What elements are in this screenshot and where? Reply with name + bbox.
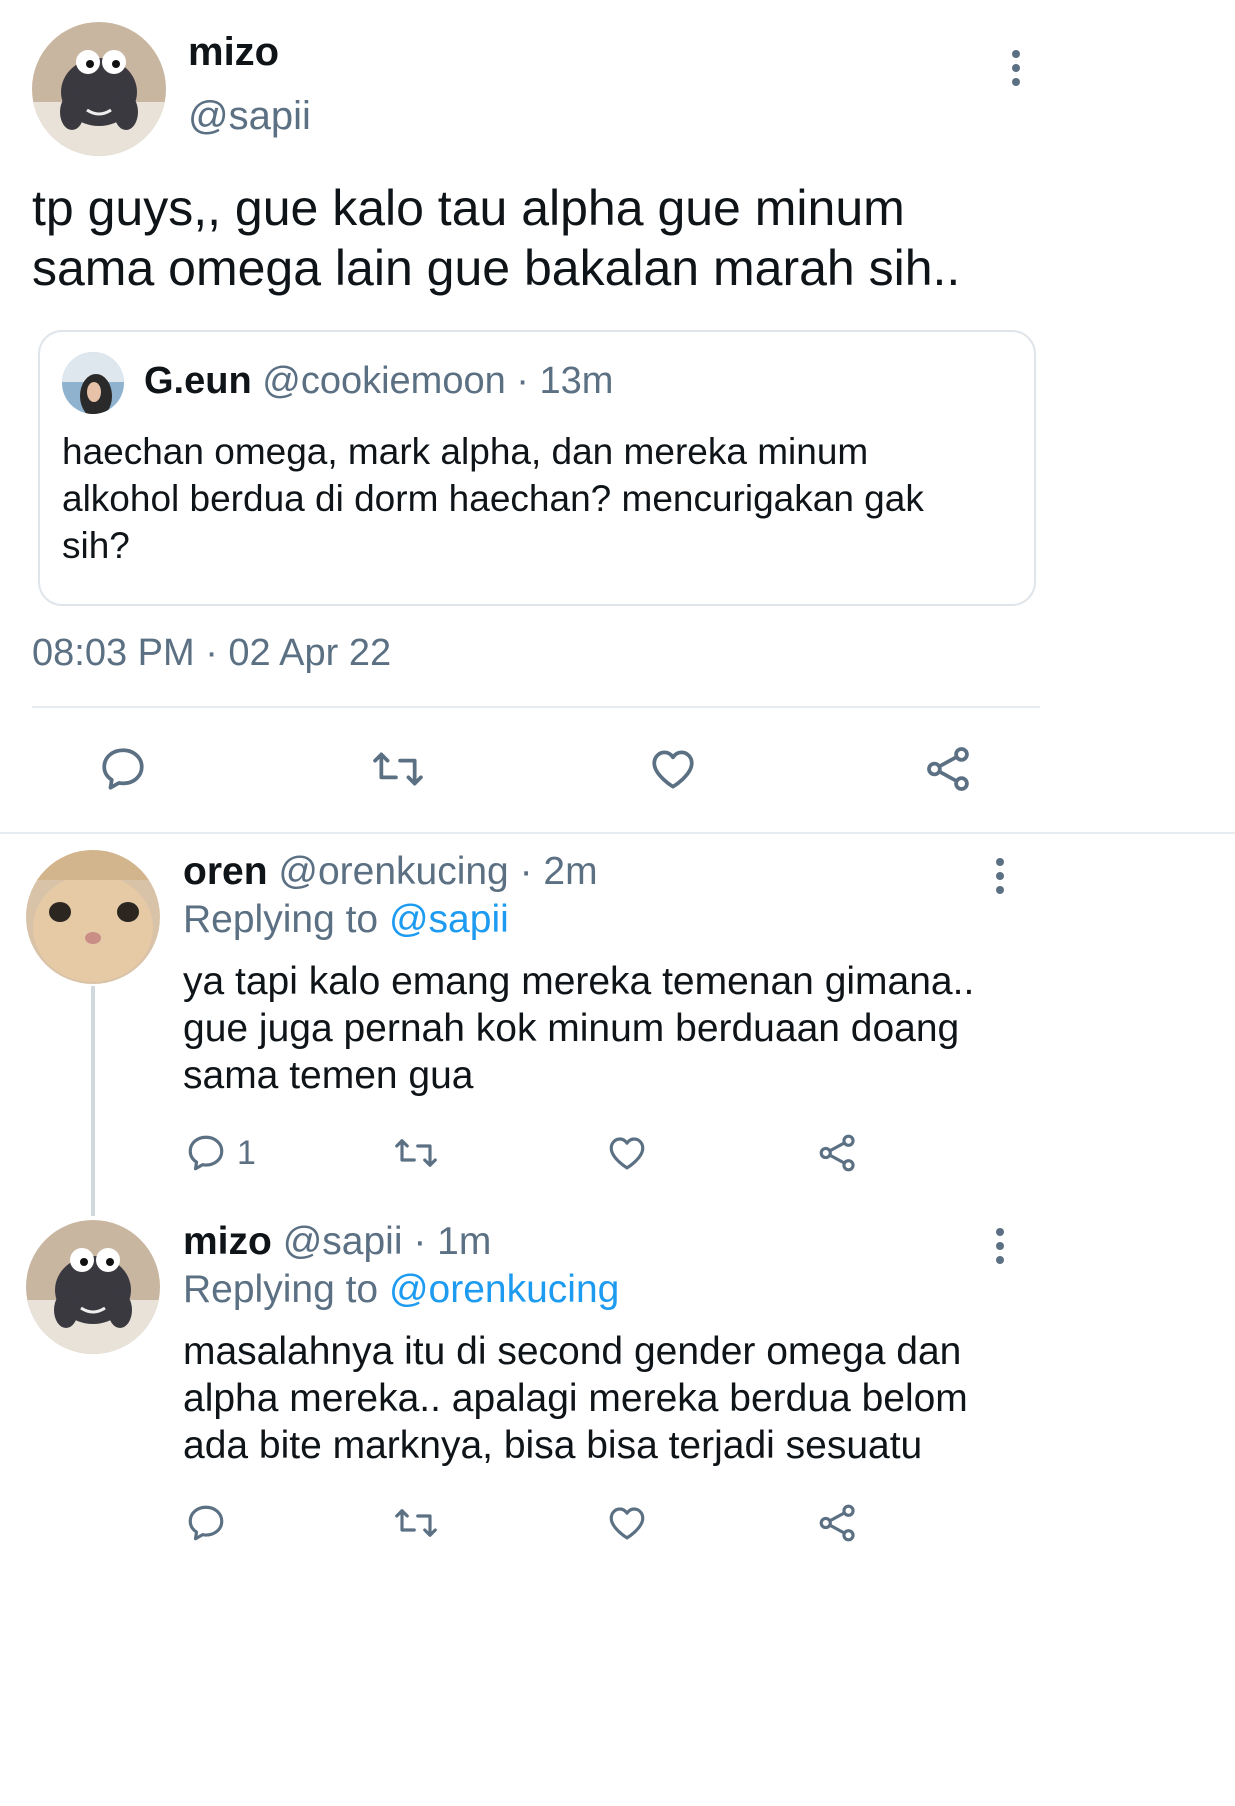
more-options-icon[interactable] — [994, 1228, 1006, 1270]
reply-avatar[interactable] — [26, 850, 160, 984]
share-icon — [927, 747, 969, 791]
quoted-text: haechan omega, mark alpha, dan mereka mi… — [62, 428, 924, 569]
quoted-avatar — [62, 352, 124, 414]
quoted-text-line: alkohol berdua di dorm haechan? mencurig… — [62, 478, 924, 519]
like-icon — [609, 1137, 645, 1170]
retweet-button[interactable] — [392, 1132, 440, 1174]
share-button[interactable] — [817, 1502, 859, 1544]
tweet-text: tp guys,, gue kalo tau alpha gue minum s… — [32, 178, 960, 298]
more-options-icon[interactable] — [994, 858, 1006, 900]
reply-time: · 2m — [519, 850, 598, 893]
retweet-button[interactable] — [370, 744, 426, 794]
more-options-icon[interactable] — [1010, 50, 1022, 92]
divider — [32, 706, 1040, 708]
like-button[interactable] — [648, 744, 698, 794]
quoted-tweet-card[interactable]: G.eun @cookiemoon · 13m haechan omega, m… — [38, 330, 1036, 606]
share-icon — [819, 1504, 855, 1542]
replying-to: Replying to @sapii — [183, 898, 509, 942]
tweet-text-line: sama omega lain gue bakalan marah sih.. — [32, 240, 961, 296]
quoted-handle: @cookiemoon — [262, 360, 506, 402]
quoted-time: · 13m — [516, 360, 614, 402]
reply-button[interactable]: 1 — [185, 1132, 256, 1174]
reply-button[interactable] — [98, 744, 148, 794]
author-handle[interactable]: @sapii — [188, 94, 311, 139]
quoted-text-line: haechan omega, mark alpha, dan mereka mi… — [62, 431, 869, 472]
reply-handle[interactable]: @orenkucing — [278, 850, 508, 893]
reply-button[interactable] — [185, 1502, 227, 1544]
like-button[interactable] — [606, 1132, 648, 1174]
like-icon — [652, 750, 694, 789]
retweet-icon — [395, 1139, 437, 1167]
reply-text-line: masalahnya itu di second gender omega da… — [183, 1330, 962, 1373]
reply-display-name[interactable]: oren — [183, 850, 268, 893]
reply-text-line: alpha mereka.. apalagi mereka berdua bel… — [183, 1377, 968, 1420]
reply-text-line: sama temen gua — [183, 1054, 474, 1097]
replying-to: Replying to @orenkucing — [183, 1268, 619, 1312]
reply-text-line: gue juga pernah kok minum berduaan doang — [183, 1007, 960, 1050]
retweet-icon — [373, 752, 423, 786]
replying-to-label: Replying to — [183, 898, 379, 941]
reply-icon — [102, 748, 144, 790]
reply-display-name[interactable]: mizo — [183, 1220, 272, 1263]
replying-to-label: Replying to — [183, 1268, 379, 1311]
quoted-header: G.eun @cookiemoon · 13m — [144, 360, 613, 403]
replying-to-mention[interactable]: @orenkucing — [389, 1268, 619, 1311]
quoted-display-name: G.eun — [144, 360, 252, 402]
reply-avatar[interactable] — [26, 1220, 160, 1354]
share-icon — [819, 1134, 855, 1172]
reply-header: mizo @sapii · 1m — [183, 1220, 491, 1264]
author-avatar[interactable] — [32, 22, 166, 156]
reply-text: masalahnya itu di second gender omega da… — [183, 1328, 968, 1469]
reply-icon — [188, 1505, 224, 1541]
retweet-button[interactable] — [392, 1502, 440, 1544]
tweet-text-line: tp guys,, gue kalo tau alpha gue minum — [32, 180, 905, 236]
reply-text-line: ya tapi kalo emang mereka temenan gimana… — [183, 960, 975, 1003]
reply-time: · 1m — [413, 1220, 492, 1263]
share-button[interactable] — [924, 744, 974, 794]
reply-header: oren @orenkucing · 2m — [183, 850, 598, 894]
tweet-timestamp: 08:03 PM · 02 Apr 22 — [32, 632, 392, 674]
reply-icon — [188, 1135, 224, 1171]
author-display-name[interactable]: mizo — [188, 30, 279, 75]
quoted-text-line: sih? — [62, 525, 130, 566]
reply-handle[interactable]: @sapii — [283, 1220, 403, 1263]
share-button[interactable] — [817, 1132, 859, 1174]
retweet-icon — [395, 1509, 437, 1537]
section-divider — [0, 832, 1235, 834]
like-button[interactable] — [606, 1502, 648, 1544]
thread-line — [91, 986, 95, 1216]
replying-to-mention[interactable]: @sapii — [389, 898, 509, 941]
reply-count: 1 — [237, 1133, 256, 1172]
like-icon — [609, 1507, 645, 1540]
reply-text-line: ada bite marknya, bisa bisa terjadi sesu… — [183, 1424, 923, 1467]
reply-text: ya tapi kalo emang mereka temenan gimana… — [183, 958, 974, 1099]
